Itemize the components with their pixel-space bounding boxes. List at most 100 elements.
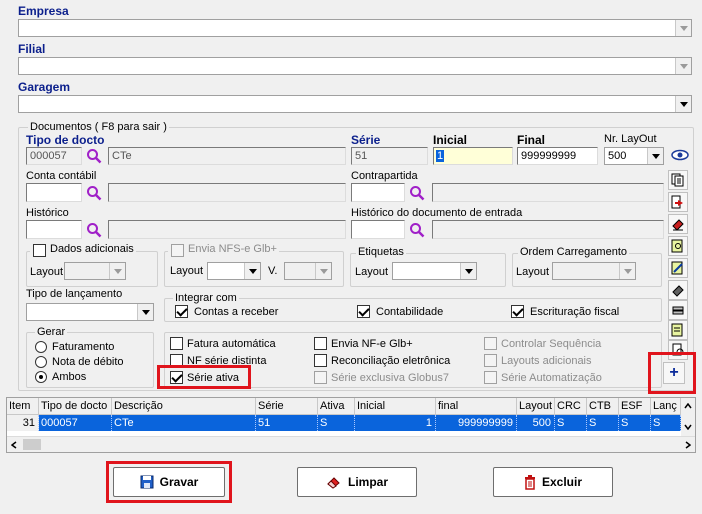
conta-contabil-field[interactable] bbox=[26, 183, 82, 202]
clear-icon[interactable] bbox=[668, 280, 688, 300]
controlar-sequencia-checkbox[interactable] bbox=[484, 337, 497, 350]
serie-exclusiva-checkbox[interactable] bbox=[314, 371, 327, 384]
ordem-layout-select[interactable] bbox=[552, 262, 636, 280]
nota-debito-radio[interactable] bbox=[35, 356, 47, 368]
chevron-down-icon[interactable] bbox=[619, 263, 635, 279]
historico-entrada-field[interactable] bbox=[351, 220, 405, 239]
row-ctb: S bbox=[587, 415, 619, 431]
col-final[interactable]: final bbox=[436, 398, 517, 414]
reconciliacao-checkbox[interactable] bbox=[314, 354, 327, 367]
col-esf[interactable]: ESF bbox=[619, 398, 651, 414]
search-doc-icon[interactable] bbox=[668, 236, 688, 256]
final-field[interactable]: 999999999 bbox=[517, 147, 598, 165]
col-descricao[interactable]: Descrição bbox=[112, 398, 256, 414]
garagem-select[interactable] bbox=[18, 95, 692, 113]
tipo-docto-desc: CTe bbox=[112, 150, 132, 162]
add-button-highlight bbox=[648, 352, 696, 394]
col-tipo-docto[interactable]: Tipo de docto bbox=[39, 398, 112, 414]
tipo-docto-code: 000057 bbox=[30, 150, 67, 162]
dados-adicionais-checkbox[interactable] bbox=[33, 244, 46, 257]
chevron-right-icon[interactable] bbox=[685, 441, 691, 449]
stack-icon[interactable] bbox=[668, 300, 688, 320]
search-icon[interactable] bbox=[409, 185, 425, 201]
envia-nfe-label: Envia NF-e Glb+ bbox=[331, 338, 413, 350]
chevron-down-icon[interactable] bbox=[647, 148, 663, 164]
chevron-down-icon[interactable] bbox=[315, 263, 331, 279]
limpar-button[interactable]: Limpar bbox=[297, 467, 417, 497]
nr-layout-select[interactable]: 500 bbox=[604, 147, 664, 165]
col-serie[interactable]: Série bbox=[256, 398, 318, 414]
ambos-radio[interactable] bbox=[35, 371, 47, 383]
col-layout[interactable]: Layout bbox=[517, 398, 555, 414]
chevron-down-icon[interactable] bbox=[684, 424, 692, 430]
eye-icon[interactable] bbox=[671, 149, 689, 161]
ordem-layout-label: Layout bbox=[516, 266, 550, 278]
tipo-docto-label: Tipo de docto bbox=[26, 133, 105, 147]
scrollbar-thumb[interactable] bbox=[23, 439, 41, 450]
row-ativa: S bbox=[318, 415, 355, 431]
chevron-up-icon[interactable] bbox=[684, 403, 692, 409]
ordem-title: Ordem Carregamento bbox=[518, 246, 629, 258]
excluir-button[interactable]: Excluir bbox=[493, 467, 613, 497]
chevron-left-icon[interactable] bbox=[11, 441, 17, 449]
grid-horizontal-scrollbar[interactable] bbox=[7, 436, 695, 452]
edit-doc-icon[interactable] bbox=[668, 258, 688, 278]
serie-automatizacao-checkbox[interactable] bbox=[484, 371, 497, 384]
serie-field[interactable]: 51 bbox=[351, 147, 428, 165]
contas-receber-checkbox[interactable] bbox=[175, 305, 188, 318]
chevron-down-icon[interactable] bbox=[675, 58, 691, 74]
gravar-highlight bbox=[106, 461, 232, 503]
chevron-down-icon[interactable] bbox=[460, 263, 476, 279]
tipo-lancamento-label: Tipo de lançamento bbox=[26, 288, 123, 300]
tipo-docto-desc-field[interactable]: CTe bbox=[108, 147, 346, 165]
col-inicial[interactable]: Inicial bbox=[355, 398, 436, 414]
contrapartida-label: Contrapartida bbox=[351, 170, 418, 182]
search-icon[interactable] bbox=[86, 148, 102, 164]
col-item[interactable]: Item bbox=[7, 398, 39, 414]
inicial-label: Inicial bbox=[433, 133, 468, 147]
escrituracao-checkbox[interactable] bbox=[511, 305, 524, 318]
tipo-docto-code-field[interactable]: 000057 bbox=[26, 147, 82, 165]
copy-icon[interactable] bbox=[668, 170, 688, 190]
contabilidade-checkbox[interactable] bbox=[357, 305, 370, 318]
fatura-automatica-checkbox[interactable] bbox=[170, 337, 183, 350]
chevron-down-icon[interactable] bbox=[675, 96, 691, 112]
search-icon[interactable] bbox=[86, 222, 102, 238]
eraser-icon[interactable] bbox=[668, 214, 688, 234]
col-crc[interactable]: CRC bbox=[555, 398, 587, 414]
grid-vertical-scrollbar[interactable] bbox=[681, 398, 695, 436]
empresa-select[interactable] bbox=[18, 19, 692, 37]
row-final: 999999999 bbox=[436, 415, 517, 431]
grid-edit-icon[interactable] bbox=[668, 320, 688, 340]
envia-nfse-version-select[interactable] bbox=[284, 262, 332, 280]
etiquetas-layout-select[interactable] bbox=[392, 262, 477, 280]
filial-select[interactable] bbox=[18, 57, 692, 75]
chevron-down-icon[interactable] bbox=[109, 263, 125, 279]
col-ctb[interactable]: CTB bbox=[587, 398, 619, 414]
envia-nfse-checkbox[interactable] bbox=[171, 244, 184, 257]
export-icon[interactable] bbox=[668, 192, 688, 212]
chevron-down-icon[interactable] bbox=[675, 20, 691, 36]
col-lanc[interactable]: Lanç bbox=[651, 398, 681, 414]
table-row[interactable]: 31 000057 CTe 51 S 1 999999999 500 S S S… bbox=[7, 415, 681, 432]
search-icon[interactable] bbox=[409, 222, 425, 238]
controlar-sequencia-label: Controlar Sequência bbox=[501, 338, 602, 350]
envia-nfse-layout-select[interactable] bbox=[207, 262, 261, 280]
historico-field[interactable] bbox=[26, 220, 82, 239]
tipo-lancamento-select[interactable] bbox=[26, 303, 154, 321]
chevron-down-icon[interactable] bbox=[244, 263, 260, 279]
gerar-title: Gerar bbox=[35, 326, 68, 338]
col-ativa[interactable]: Ativa bbox=[318, 398, 355, 414]
dados-adicionais-layout-select[interactable] bbox=[64, 262, 126, 280]
search-icon[interactable] bbox=[86, 185, 102, 201]
chevron-down-icon[interactable] bbox=[137, 304, 153, 320]
faturamento-radio[interactable] bbox=[35, 341, 47, 353]
serie-automatizacao-label: Série Automatização bbox=[501, 372, 602, 384]
layouts-adicionais-checkbox[interactable] bbox=[484, 354, 497, 367]
conta-contabil-label: Conta contábil bbox=[26, 170, 97, 182]
row-item: 31 bbox=[7, 415, 39, 431]
inicial-field[interactable]: 1 bbox=[433, 147, 513, 165]
contrapartida-field[interactable] bbox=[351, 183, 405, 202]
envia-nfe-checkbox[interactable] bbox=[314, 337, 327, 350]
historico-entrada-desc bbox=[432, 220, 664, 239]
